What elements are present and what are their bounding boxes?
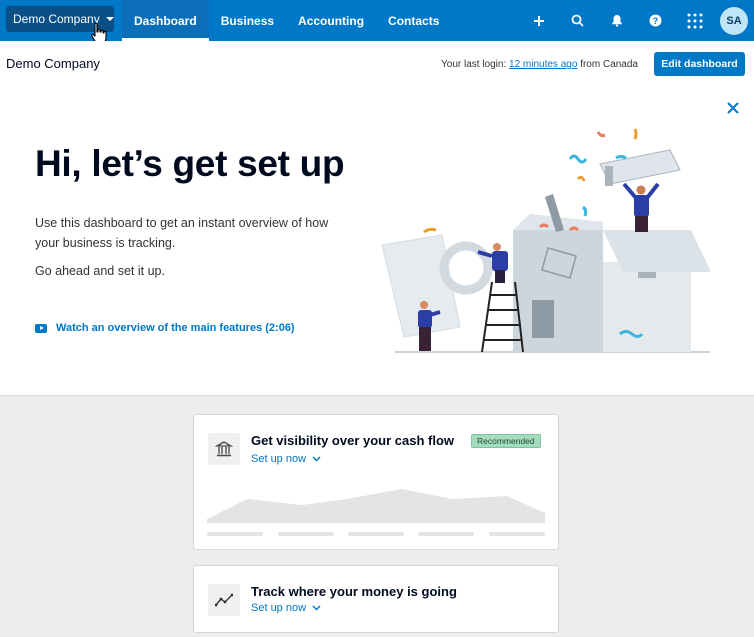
play-icon [35, 323, 47, 333]
money-tracking-card: Track where your money is going Set up n… [193, 565, 559, 633]
organisation-name: Demo Company [13, 12, 100, 26]
nav-actions: ? SA [519, 0, 754, 41]
tab-contacts[interactable]: Contacts [376, 0, 451, 41]
search-icon[interactable] [558, 0, 597, 41]
tab-accounting[interactable]: Accounting [286, 0, 376, 41]
user-avatar[interactable]: SA [720, 6, 748, 35]
caret-down-icon [105, 17, 114, 21]
tab-label: Dashboard [134, 13, 197, 28]
main-tabs: Dashboard Business Accounting Contacts [122, 0, 451, 41]
help-icon[interactable]: ? [636, 0, 675, 41]
card-title: Get visibility over your cash flow [251, 433, 455, 448]
chevron-down-icon [312, 456, 321, 462]
apps-grid-icon[interactable] [675, 0, 714, 41]
set-up-now-label: Set up now [251, 453, 307, 465]
page-title: Demo Company [6, 56, 100, 71]
tab-business[interactable]: Business [209, 0, 286, 41]
last-login-info: Your last login: 12 minutes ago from Can… [441, 59, 638, 70]
trend-line-icon [208, 584, 240, 616]
card-title: Track where your money is going [251, 584, 457, 599]
dashboard-header: Demo Company Your last login: 12 minutes… [0, 41, 754, 86]
watch-overview-link[interactable]: Watch an overview of the main features (… [35, 322, 295, 334]
set-up-now-label: Set up now [251, 602, 307, 614]
watch-overview-label: Watch an overview of the main features (… [56, 322, 295, 334]
cash-flow-card: Get visibility over your cash flow Recom… [193, 414, 559, 550]
top-navigation: Demo Company Dashboard Business Accounti… [0, 0, 754, 45]
tab-label: Contacts [388, 13, 440, 28]
tab-label: Business [220, 13, 275, 28]
login-prefix: Your last login: [441, 59, 507, 70]
edit-dashboard-button[interactable]: Edit dashboard [654, 52, 745, 76]
hero-title: Hi, let’s get set up [35, 143, 345, 184]
set-up-now-link[interactable]: Set up now [251, 602, 321, 614]
hero-subtext: Go ahead and set it up. [35, 264, 165, 278]
getting-started-panel: Hi, let’s get set up Use this dashboard … [0, 86, 754, 396]
tab-label: Accounting [298, 13, 365, 28]
hero-description: Use this dashboard to get an instant ove… [35, 216, 329, 250]
chevron-down-icon [312, 605, 321, 611]
close-icon[interactable] [726, 101, 740, 115]
last-login-link[interactable]: 12 minutes ago [509, 59, 577, 70]
bell-icon[interactable] [597, 0, 636, 41]
tab-dashboard[interactable]: Dashboard [122, 0, 209, 41]
plus-icon[interactable] [519, 0, 558, 41]
recommended-badge: Recommended [471, 434, 541, 448]
set-up-now-link[interactable]: Set up now [251, 453, 321, 465]
cash-flow-placeholder-chart [207, 489, 545, 536]
login-suffix: from Canada [580, 59, 638, 70]
svg-text:?: ? [653, 16, 659, 26]
bank-icon [208, 433, 240, 465]
setup-illustration [381, 128, 711, 353]
